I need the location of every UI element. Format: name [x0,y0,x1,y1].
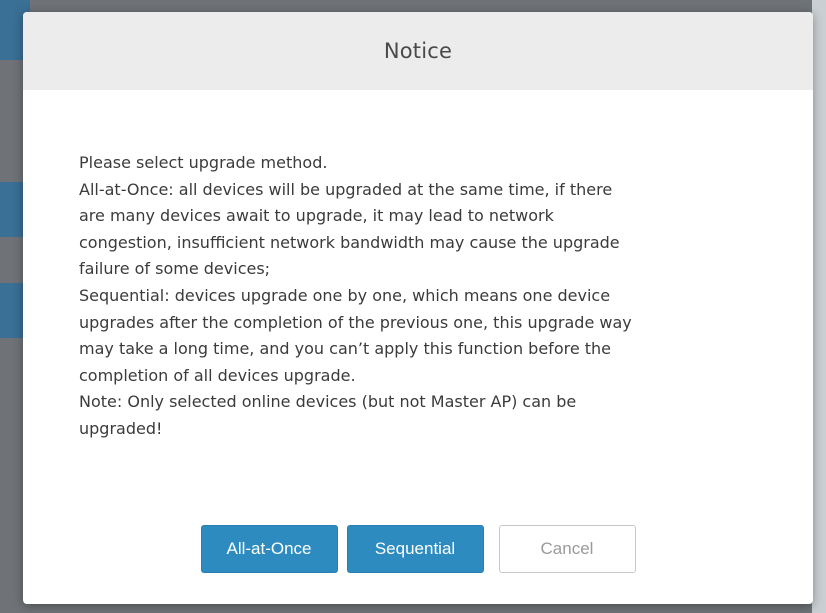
message-line: completion of all devices upgrade. [79,365,356,385]
message-line: may take a long time, and you can’t appl… [79,339,612,359]
message-line: upgrades after the completion of the pre… [79,312,632,332]
notice-dialog: Notice Please select upgrade method. All… [23,12,813,604]
dialog-title: Notice [383,39,453,63]
message-line: Please select upgrade method. [79,153,328,172]
all-at-once-button[interactable]: All-at-Once [200,525,338,573]
background-scrollbar [812,0,826,613]
message-line: Sequential: devices upgrade one by one, … [79,285,611,305]
cancel-button[interactable]: Cancel [498,525,636,573]
message-line: upgraded! [79,418,163,438]
dialog-header: Notice [23,12,813,90]
sequential-button[interactable]: Sequential [346,525,484,573]
dialog-message: Please select upgrade method. All-at-Onc… [79,150,769,443]
message-line: Note: Only selected online devices (but … [79,392,577,412]
message-line: are many devices await to upgrade, it ma… [79,206,554,226]
message-line: failure of some devices; [79,259,271,279]
message-line: congestion, insufficient network bandwid… [79,232,620,252]
dialog-footer: All-at-Once Sequential Cancel [23,525,813,573]
message-line: All-at-Once: all devices will be upgrade… [79,179,613,199]
